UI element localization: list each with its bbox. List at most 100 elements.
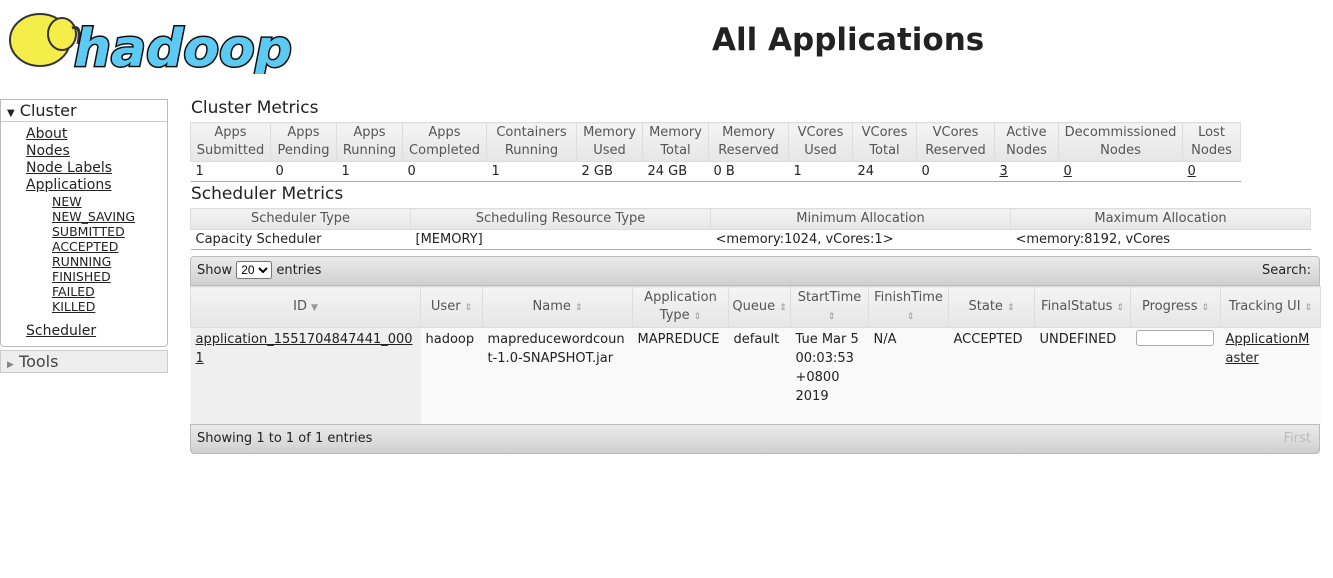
metric-value: 1 xyxy=(336,161,403,182)
scheduler-header: Scheduling Resource Type xyxy=(410,208,711,230)
metric-header: Decommissioned Nodes xyxy=(1058,122,1183,162)
cell-type: MAPREDUCE xyxy=(632,327,729,424)
cluster-section-toggle[interactable]: ▼ Cluster xyxy=(1,100,167,122)
table-row: application_1551704847441_0001 hadoop mapr… xyxy=(190,327,1321,424)
scheduler-metrics-title: Scheduler Metrics xyxy=(191,184,344,204)
metric-header: Containers Running xyxy=(486,122,577,162)
metric-value: 2 GB xyxy=(576,161,643,182)
metric-value: 0 xyxy=(916,161,995,182)
cell-finish: N/A xyxy=(868,327,949,424)
sort-icon: ⇕ xyxy=(693,311,702,322)
sidebar: ▼ Cluster About Nodes Node Labels Applic… xyxy=(0,99,168,373)
cell-state: ACCEPTED xyxy=(948,327,1035,424)
search-label: Search: xyxy=(1261,263,1311,278)
metric-value: 0 B xyxy=(708,161,789,182)
scheduler-metrics-table: Scheduler Type Scheduling Resource Type Mi… xyxy=(190,208,1311,250)
nav-state-finished[interactable]: FINISHED xyxy=(52,269,167,284)
metric-value: 0 xyxy=(402,161,487,182)
nav-state-new_saving[interactable]: NEW_SAVING xyxy=(52,209,167,224)
column-header[interactable]: Tracking UI ⇕ xyxy=(1220,286,1321,328)
entries-label: entries xyxy=(276,263,322,278)
metric-header: VCores Reserved xyxy=(916,122,995,162)
metric-value[interactable]: 0 xyxy=(1182,161,1241,182)
column-header[interactable]: Progress ⇕ xyxy=(1130,286,1221,328)
cluster-metrics-table: Apps Submitted Apps Pending Apps Running Apps C… xyxy=(190,122,1241,182)
sort-icon: ⇕ xyxy=(779,302,787,313)
first-page-button[interactable]: First xyxy=(1284,425,1311,453)
metric-header: Lost Nodes xyxy=(1182,122,1241,162)
metric-value: 1 xyxy=(486,161,577,182)
metric-value: 1 xyxy=(788,161,853,182)
hadoop-logo: hadoop xyxy=(9,13,294,74)
app-id-link[interactable]: application_1551704847441_0001 xyxy=(196,332,413,366)
sort-icon: ⇕ xyxy=(1201,302,1210,313)
column-header[interactable]: StartTime⇕ xyxy=(790,286,869,328)
cell-start: Tue Mar 5 00:03:53 +0800 2019 xyxy=(790,327,869,424)
metric-value[interactable]: 3 xyxy=(994,161,1059,182)
metric-header: VCores Used xyxy=(788,122,853,162)
applications-table: ID ▼ User ⇕ Name ⇕ Application Type ⇕ Queue ⇕ Star… xyxy=(190,286,1321,424)
column-header[interactable]: Queue ⇕ xyxy=(728,286,791,328)
sort-icon: ⇕ xyxy=(1006,302,1015,313)
metric-value: 24 GB xyxy=(642,161,709,182)
sort-icon: ⇕ xyxy=(1304,302,1313,313)
nav-state-killed[interactable]: KILLED xyxy=(52,299,167,314)
cell-queue: default xyxy=(728,327,791,424)
sort-icon: ⇕ xyxy=(464,302,473,313)
nav-state-running[interactable]: RUNNING xyxy=(52,254,167,269)
nav-applications[interactable]: Applications xyxy=(26,177,112,193)
triangle-down-icon: ▼ xyxy=(7,108,15,119)
scheduler-value: Capacity Scheduler xyxy=(190,229,411,250)
tracking-ui-link[interactable]: ApplicationMaster xyxy=(1226,332,1310,366)
scheduler-header: Scheduler Type xyxy=(190,208,411,230)
sort-icon: ⇕ xyxy=(1116,302,1124,313)
scheduler-value: <memory:1024, vCores:1> xyxy=(710,229,1011,250)
cell-final: UNDEFINED xyxy=(1034,327,1131,424)
sort-icon: ⇕ xyxy=(827,311,836,322)
metric-header: Apps Submitted xyxy=(190,122,271,162)
entries-select[interactable]: 20 xyxy=(236,261,273,279)
metric-header: Apps Running xyxy=(336,122,403,162)
column-header[interactable]: ID ▼ xyxy=(190,286,421,328)
column-header[interactable]: State ⇕ xyxy=(948,286,1035,328)
page-title: All Applications xyxy=(712,22,985,58)
sort-icon: ▼ xyxy=(310,302,318,313)
scheduler-value: <memory:8192, vCores xyxy=(1010,229,1311,250)
cell-user: hadoop xyxy=(420,327,483,424)
nav-state-failed[interactable]: FAILED xyxy=(52,284,167,299)
metric-header: Memory Used xyxy=(576,122,643,162)
cluster-metrics-title: Cluster Metrics xyxy=(191,98,319,118)
scheduler-header: Minimum Allocation xyxy=(710,208,1011,230)
column-header[interactable]: Application Type ⇕ xyxy=(632,286,729,328)
metric-header: Active Nodes xyxy=(994,122,1059,162)
nav-node-labels[interactable]: Node Labels xyxy=(26,160,112,176)
table-info: Showing 1 to 1 of 1 entries xyxy=(197,430,373,446)
metric-value: 24 xyxy=(852,161,917,182)
progress-bar xyxy=(1135,330,1214,346)
metric-value: 1 xyxy=(190,161,271,182)
metric-value[interactable]: 0 xyxy=(1058,161,1183,182)
metric-value: 0 xyxy=(270,161,337,182)
metric-header: Memory Total xyxy=(642,122,709,162)
cell-name: mapreducewordcount-1.0-SNAPSHOT.jar xyxy=(482,327,633,424)
nav-about[interactable]: About xyxy=(26,126,67,142)
sort-icon: ⇕ xyxy=(906,311,915,322)
nav-state-accepted[interactable]: ACCEPTED xyxy=(52,239,167,254)
nav-nodes[interactable]: Nodes xyxy=(26,143,70,159)
metric-header: VCores Total xyxy=(852,122,917,162)
tools-section-toggle[interactable]: ▶ Tools xyxy=(0,350,168,373)
svg-text:hadoop: hadoop xyxy=(74,19,292,74)
scheduler-value: [MEMORY] xyxy=(410,229,711,250)
nav-state-submitted[interactable]: SUBMITTED xyxy=(52,224,167,239)
column-header[interactable]: User ⇕ xyxy=(420,286,483,328)
triangle-right-icon: ▶ xyxy=(7,360,14,370)
column-header[interactable]: FinalStatus ⇕ xyxy=(1034,286,1131,328)
nav-state-new[interactable]: NEW xyxy=(52,194,167,209)
sort-icon: ⇕ xyxy=(574,302,583,313)
nav-scheduler[interactable]: Scheduler xyxy=(26,323,96,339)
show-label: Show xyxy=(197,263,233,278)
column-header[interactable]: FinishTime⇕ xyxy=(868,286,949,328)
scheduler-header: Maximum Allocation xyxy=(1010,208,1311,230)
metric-header: Apps Pending xyxy=(270,122,337,162)
column-header[interactable]: Name ⇕ xyxy=(482,286,633,328)
